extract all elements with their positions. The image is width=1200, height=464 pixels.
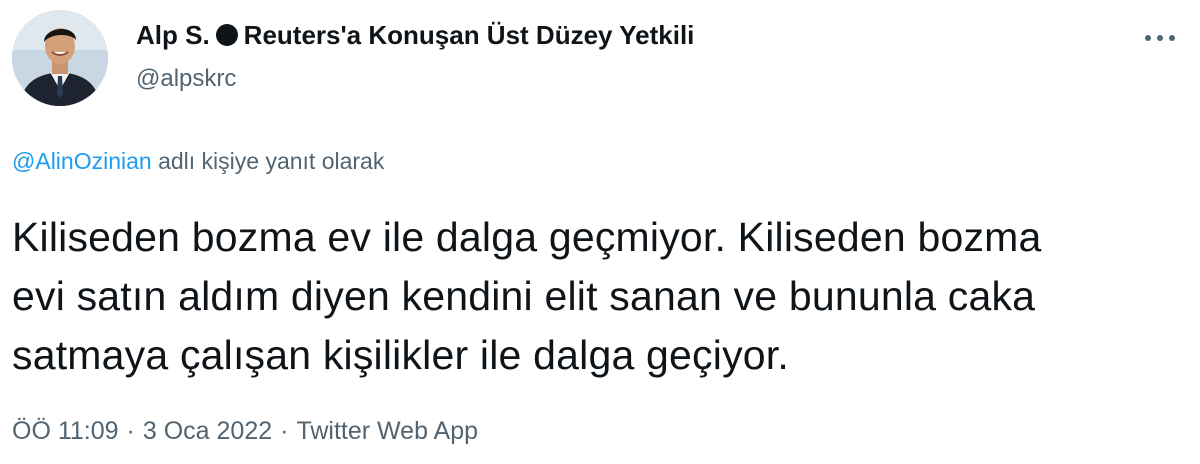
more-horizontal-icon xyxy=(1145,35,1151,41)
black-circle-icon xyxy=(215,24,238,46)
avatar[interactable] xyxy=(12,10,108,106)
author-display-name[interactable]: Alp S. Reuters'a Konuşan Üst Düzey Yetkil… xyxy=(136,18,694,52)
tweet-source-link[interactable]: Twitter Web App xyxy=(296,417,478,445)
tweet-card[interactable]: Alp S. Reuters'a Konuşan Üst Düzey Yetkil… xyxy=(0,0,1200,464)
tweet-header: Alp S. Reuters'a Konuşan Üst Düzey Yetkil… xyxy=(12,10,1188,106)
author-handle[interactable]: @alpskrc xyxy=(136,62,694,96)
tweet-date-link[interactable]: 3 Oca 2022 xyxy=(143,417,272,445)
meta-separator: · xyxy=(280,417,289,445)
reply-context: @AlinOzinian adlı kişiye yanıt olarak xyxy=(12,146,384,176)
author-block: Alp S. Reuters'a Konuşan Üst Düzey Yetkil… xyxy=(136,18,694,96)
more-options-button[interactable] xyxy=(1140,28,1180,48)
avatar-image xyxy=(12,10,108,106)
author-name-part2: Reuters'a Konuşan Üst Düzey Yetkili xyxy=(243,20,695,50)
tweet-time-link[interactable]: ÖÖ 11:09 xyxy=(12,417,119,445)
tweet-text-line: evi satın aldım diyen kendini elit sanan… xyxy=(12,273,1036,319)
tweet-text-line: Kiliseden bozma ev ile dalga geçmiyor. K… xyxy=(12,214,1042,260)
tweet-text-line: satmaya çalışan kişilikler ile dalga geç… xyxy=(12,332,789,378)
reply-mention-link[interactable]: @AlinOzinian xyxy=(12,148,152,174)
tweet-text: Kiliseden bozma ev ile dalga geçmiyor. K… xyxy=(12,208,1192,385)
author-name-part1: Alp S. xyxy=(136,20,210,50)
reply-suffix: adlı kişiye yanıt olarak xyxy=(158,148,385,174)
tweet-meta: ÖÖ 11:09 · 3 Oca 2022 · Twitter Web App xyxy=(12,414,478,448)
meta-separator: · xyxy=(126,417,135,445)
